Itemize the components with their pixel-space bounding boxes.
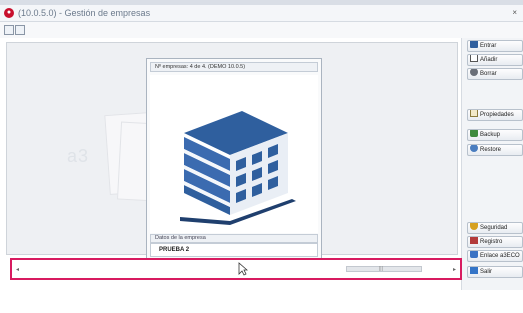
properties-icon [470, 110, 478, 118]
register-icon [470, 237, 478, 245]
eraser-icon [470, 69, 478, 77]
backup-icon [470, 130, 478, 138]
a3eco-link-button[interactable]: Enlace a3ECO [467, 250, 523, 262]
button-label: Registro [480, 239, 503, 245]
scroll-left-arrow[interactable]: ◂ [16, 266, 19, 273]
new-page-icon [470, 55, 478, 63]
exit-button[interactable]: Salir [467, 266, 523, 278]
button-label: Propiedades [480, 112, 514, 118]
exit-icon [470, 267, 478, 275]
button-label: Seguridad [480, 225, 508, 231]
button-label: Salir [480, 269, 493, 275]
company-image [150, 75, 318, 233]
background-logo: a3 [67, 146, 90, 166]
close-icon[interactable]: × [512, 8, 517, 17]
company-card[interactable]: Nº empresas: 4 de 4. (DEMO 10.0.5) Datos… [146, 58, 322, 263]
building-icon [470, 41, 478, 49]
scroll-thumb[interactable]: ||| [346, 266, 422, 272]
delete-button[interactable]: Borrar [467, 68, 523, 80]
company-count-label: Nº empresas: 4 de 4. (DEMO 10.0.5) [150, 62, 318, 72]
scroll-grip-icon: ||| [379, 266, 383, 272]
restore-button[interactable]: Restore [467, 144, 523, 156]
app-logo-icon: ● [4, 8, 14, 18]
security-button[interactable]: Seguridad [467, 222, 523, 234]
window-title: (10.0.5.0) - Gestión de empresas [18, 8, 151, 18]
button-label: Añadir [480, 57, 498, 63]
company-name: PRUEBA 2 [150, 243, 318, 257]
security-icon [470, 223, 478, 231]
button-label: Restore [480, 147, 502, 153]
button-label: Borrar [480, 71, 497, 77]
horizontal-scrollbar[interactable]: ◂ ||| ▸ [10, 258, 462, 280]
mouse-pointer-icon [238, 262, 248, 276]
add-button[interactable]: Añadir [467, 54, 523, 66]
link-icon [470, 251, 478, 259]
title-bar: ● (10.0.5.0) - Gestión de empresas × [0, 5, 523, 22]
grid-view-icon[interactable] [4, 25, 14, 35]
backup-button[interactable]: Backup [467, 129, 523, 141]
actions-sidebar: Entrar Añadir Borrar Propiedades Backup … [461, 38, 523, 290]
properties-button[interactable]: Propiedades [467, 109, 523, 121]
toolbar [0, 22, 523, 38]
register-button[interactable]: Registro [467, 236, 523, 248]
restore-icon [470, 145, 478, 153]
list-view-icon[interactable] [15, 25, 25, 35]
button-label: Backup [480, 132, 501, 138]
building-icon [180, 111, 296, 225]
enter-button[interactable]: Entrar [467, 40, 523, 52]
button-label: Entrar [480, 43, 497, 49]
scroll-right-arrow[interactable]: ▸ [453, 266, 456, 273]
bottom-margin [0, 290, 523, 313]
company-data-label: Datos de la empresa [150, 234, 318, 243]
button-label: Enlace a3ECO [480, 253, 520, 259]
